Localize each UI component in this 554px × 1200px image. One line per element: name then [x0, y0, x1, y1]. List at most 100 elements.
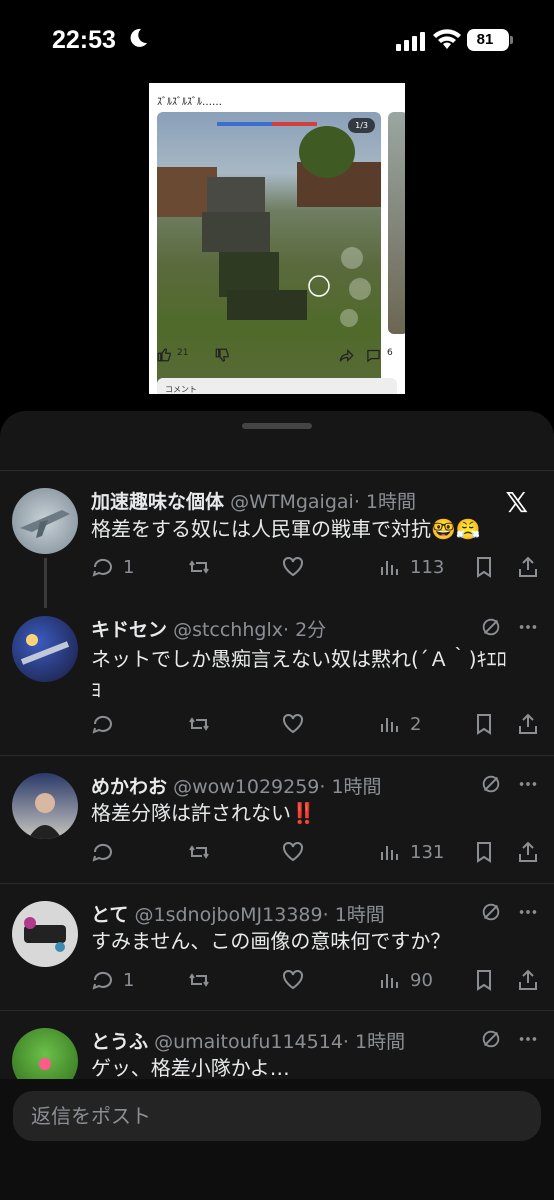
like-button[interactable]: [281, 552, 305, 582]
reply-icon: [92, 843, 112, 862]
views-icon: [381, 846, 398, 860]
reply-button[interactable]: 1: [91, 552, 134, 582]
user-handle[interactable]: @umaitoufu114514: [154, 1031, 343, 1053]
repost-button[interactable]: [187, 552, 211, 582]
robot-avatar-icon: [39, 1058, 51, 1070]
avatar[interactable]: [12, 488, 78, 554]
tweet-top-actions: [480, 901, 540, 923]
reply-count: 1: [123, 969, 135, 991]
bookmark-button[interactable]: [472, 965, 496, 995]
reply-icon: [92, 715, 112, 734]
avatar[interactable]: [12, 1028, 78, 1079]
reply-button[interactable]: [91, 837, 123, 867]
views-button[interactable]: 90: [378, 965, 433, 995]
share-button[interactable]: [516, 552, 540, 582]
display-name[interactable]: とうふ: [91, 1031, 148, 1053]
quoted-post-preview[interactable]: ｽﾞﾙｽﾞﾙｽﾞﾙ…… 1/3 21 6 コメント: [149, 83, 405, 394]
share-icon: [519, 841, 537, 862]
reply-box[interactable]: [13, 1091, 541, 1141]
wifi-icon: [433, 29, 461, 49]
reply-input[interactable]: [13, 1091, 541, 1141]
reply-icon: [92, 558, 112, 577]
divider: [0, 470, 554, 471]
reply-button[interactable]: 1: [91, 965, 134, 995]
repost-icon: [189, 717, 209, 731]
views-icon: [381, 561, 398, 575]
grok-icon[interactable]: [480, 901, 502, 923]
battery-level: 81: [476, 31, 494, 48]
like-button[interactable]: [281, 837, 305, 867]
avatar[interactable]: [12, 901, 78, 967]
comment-section-label[interactable]: コメント: [157, 378, 397, 394]
display-name[interactable]: キドセン: [91, 619, 167, 641]
share-button[interactable]: [516, 709, 540, 739]
tweet-top-actions: [480, 616, 540, 638]
sticker-avatar-icon: [24, 917, 66, 952]
comment-count: 6: [387, 348, 393, 358]
reply-button[interactable]: [91, 709, 123, 739]
tweet-actions: 131: [91, 837, 541, 867]
user-handle[interactable]: @WTMgaigai: [230, 491, 354, 513]
share-icon: [519, 713, 537, 734]
heart-icon: [283, 841, 303, 862]
share-icon[interactable]: [339, 348, 354, 363]
comment-icon[interactable]: [366, 348, 381, 363]
bookmark-button[interactable]: [472, 837, 496, 867]
grok-icon[interactable]: [480, 1028, 502, 1050]
user-handle[interactable]: @stcchhglx: [173, 619, 283, 641]
avatar[interactable]: [12, 616, 78, 682]
like-count: 21: [177, 348, 189, 358]
thumbs-up-icon[interactable]: [157, 347, 172, 362]
user-handle[interactable]: @1sdnojboMJ13389: [134, 904, 322, 926]
display-name[interactable]: 加速趣味な個体: [91, 491, 224, 513]
views-button[interactable]: 131: [378, 837, 444, 867]
display-name[interactable]: めかわお: [91, 776, 167, 798]
more-options-icon[interactable]: [516, 901, 540, 923]
next-image-thumbnail[interactable]: [388, 112, 405, 334]
preview-caption: ｽﾞﾙｽﾞﾙｽﾞﾙ……: [157, 97, 222, 108]
tweet-actions: 2: [91, 709, 541, 739]
repost-icon: [189, 973, 209, 987]
reply-tweet[interactable]: とうふ @umaitoufu114514· 1時間 ゲッ、格差小隊かよ…: [0, 1022, 554, 1079]
share-icon: [519, 969, 537, 990]
heart-icon: [283, 713, 303, 734]
view-count: 90: [410, 969, 433, 991]
views-button[interactable]: 2: [378, 709, 421, 739]
display-name[interactable]: とて: [91, 904, 128, 926]
tweet-text: ネットでしか愚痴言えない奴は黙れ(´Ａ｀)ｷｴﾛﾖ: [91, 647, 507, 702]
view-count: 131: [410, 841, 445, 863]
share-button[interactable]: [516, 837, 540, 867]
grok-icon[interactable]: [480, 773, 502, 795]
views-button[interactable]: 113: [378, 552, 444, 582]
post-time: · 1時間: [342, 1031, 406, 1053]
bookmark-button[interactable]: [472, 552, 496, 582]
repost-button[interactable]: [187, 709, 211, 739]
bookmark-button[interactable]: [472, 709, 496, 739]
more-options-icon[interactable]: [516, 1028, 540, 1050]
heart-icon: [283, 969, 303, 990]
reply-composer: [0, 1079, 554, 1200]
repost-button[interactable]: [187, 965, 211, 995]
repost-icon: [189, 845, 209, 859]
tweet-top-actions: [480, 1028, 540, 1050]
sheet-grabber[interactable]: [242, 423, 312, 429]
more-options-icon[interactable]: [516, 616, 540, 638]
user-handle[interactable]: @wow1029259: [173, 776, 319, 798]
tweet-top-actions: [480, 773, 540, 795]
like-button[interactable]: [281, 709, 305, 739]
avatar[interactable]: [12, 773, 78, 839]
more-options-icon[interactable]: [516, 773, 540, 795]
person-avatar-icon: [28, 793, 62, 839]
divider: [0, 883, 554, 884]
repost-button[interactable]: [187, 837, 211, 867]
thumbs-down-icon[interactable]: [215, 348, 230, 363]
space-avatar-icon: [20, 634, 70, 665]
thread-connector-line: [44, 558, 47, 608]
moon-icon: [130, 28, 147, 47]
post-time: · 1時間: [322, 904, 385, 926]
view-count: 113: [410, 556, 445, 578]
share-button[interactable]: [516, 965, 540, 995]
like-button[interactable]: [281, 965, 305, 995]
grok-icon[interactable]: [480, 616, 502, 638]
repost-icon: [189, 560, 209, 574]
